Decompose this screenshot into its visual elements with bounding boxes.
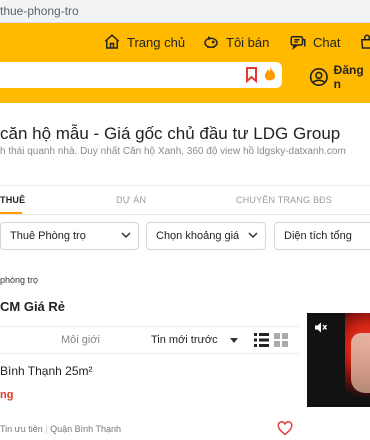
list-view-icon[interactable] xyxy=(254,333,269,347)
chevron-down-icon xyxy=(248,232,258,239)
filter-price[interactable]: Chọn khoảng giá xyxy=(146,222,266,250)
filter-area-label: Diện tích tổng xyxy=(284,230,352,242)
url-text: thue-phong-tro xyxy=(0,4,79,18)
active-tab-indicator xyxy=(0,212,22,214)
nav-chat[interactable]: Chat xyxy=(289,33,340,51)
tab-rent[interactable]: THUÊ xyxy=(0,195,25,205)
heart-icon[interactable] xyxy=(277,421,293,436)
nav-home[interactable]: Trang chủ xyxy=(103,33,185,51)
tab-project[interactable]: DỰ ÁN xyxy=(116,195,146,205)
breadcrumb[interactable]: phòng trọ xyxy=(0,275,38,285)
listing-title[interactable]: Bình Thạnh 25m² xyxy=(0,364,93,378)
grid-view-icon[interactable] xyxy=(274,333,288,347)
address-bar[interactable]: thue-phong-tro xyxy=(0,0,370,23)
list-controls: Môi giới Tin mới trước xyxy=(0,326,300,354)
caret-down-icon[interactable] xyxy=(230,338,238,343)
filter-price-label: Chọn khoảng giá xyxy=(156,230,240,242)
home-icon xyxy=(104,34,120,49)
ad-video-figure xyxy=(351,333,370,393)
tab-real-estate[interactable]: CHUYÊN TRANG BĐS xyxy=(236,195,332,205)
chevron-down-icon xyxy=(121,232,131,239)
bag-icon xyxy=(360,34,370,49)
page-title: CM Giá Rẻ xyxy=(0,299,66,314)
listing-price: ng xyxy=(0,389,14,401)
banner-title[interactable]: căn hộ mẫu - Giá gốc chủ đầu tư LDG Grou… xyxy=(0,124,340,144)
listing-meta: Tin ưu tiên | Quận Bình Thạnh xyxy=(0,424,121,434)
banner-subtitle[interactable]: h thái quanh nhà. Duy nhất Căn hộ Xanh, … xyxy=(0,146,346,157)
piggy-bank-icon xyxy=(204,36,218,48)
login-button[interactable]: Đăng n xyxy=(309,63,370,91)
bookmark-icon[interactable] xyxy=(245,67,258,83)
nav-sell[interactable]: Tôi bán xyxy=(202,33,269,51)
nav-sell-label: Tôi bán xyxy=(226,34,270,50)
filter-area[interactable]: Diện tích tổng xyxy=(274,222,370,250)
search-input[interactable] xyxy=(0,62,282,88)
category-tabs: THUÊ DỰ ÁN CHUYÊN TRANG BĐS xyxy=(0,185,370,215)
fire-icon[interactable] xyxy=(263,66,277,83)
login-label: Đăng n xyxy=(333,63,364,91)
site-header: Trang chủ Tôi bán Chat Đăng n xyxy=(0,23,370,103)
listing-district: Quận Bình Thạnh xyxy=(50,424,121,434)
sort-select[interactable]: Tin mới trước xyxy=(151,334,218,346)
nav-home-label: Trang chủ xyxy=(127,34,186,50)
filter-category-label: Thuê Phòng trọ xyxy=(10,230,86,242)
chat-icon xyxy=(290,36,306,50)
nav-more[interactable] xyxy=(358,33,370,51)
priority-badge: Tin ưu tiên xyxy=(0,424,43,434)
tab-broker[interactable]: Môi giới xyxy=(61,334,100,346)
video-ad[interactable] xyxy=(307,313,370,407)
nav-chat-label: Chat xyxy=(313,34,341,50)
user-icon xyxy=(309,67,328,87)
filter-category[interactable]: Thuê Phòng trọ xyxy=(0,222,139,250)
mute-icon[interactable] xyxy=(315,322,327,333)
